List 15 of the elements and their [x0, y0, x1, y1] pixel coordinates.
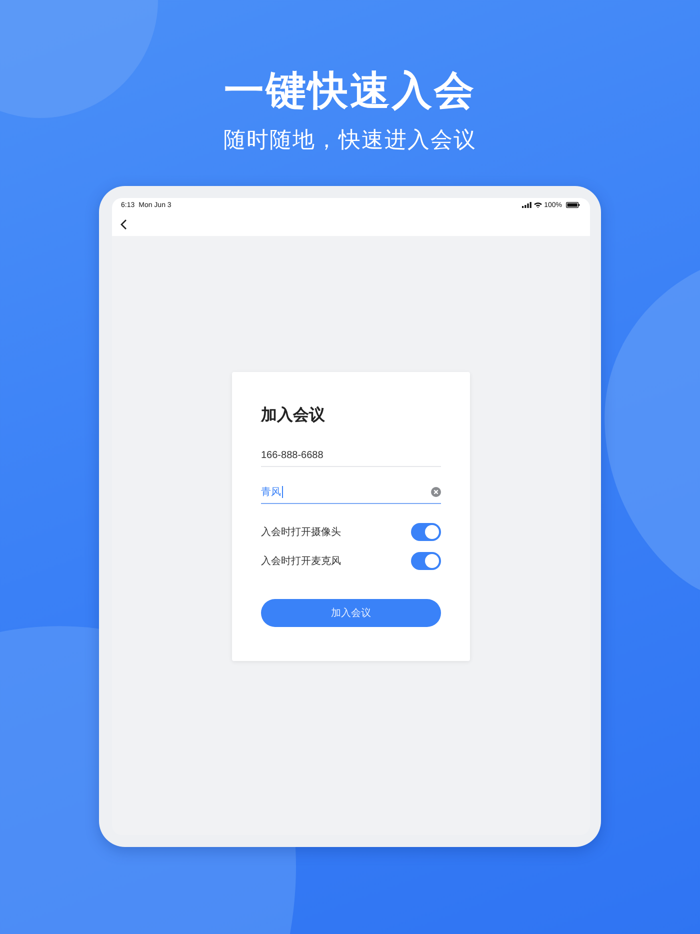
- join-button[interactable]: 加入会议: [261, 599, 441, 627]
- input-field[interactable]: 青风: [261, 481, 441, 504]
- option-label: 入会时打开摄像头: [261, 526, 341, 539]
- back-icon[interactable]: [120, 218, 127, 230]
- wifi-icon: [534, 202, 542, 208]
- card-title: 加入会议: [261, 405, 326, 426]
- option-label: 入会时打开麦克风: [261, 554, 341, 568]
- headline: 一键快速入会: [224, 68, 476, 115]
- toggle-switch[interactable]: [411, 552, 441, 570]
- toggle-switch[interactable]: [411, 523, 441, 541]
- battery-icon: [566, 202, 580, 208]
- input-field[interactable]: 166-888-6688: [261, 444, 441, 467]
- signal-icon: [522, 202, 532, 208]
- subheadline: 随时随地，快速进入会议: [224, 126, 476, 154]
- clear-icon[interactable]: [431, 487, 441, 497]
